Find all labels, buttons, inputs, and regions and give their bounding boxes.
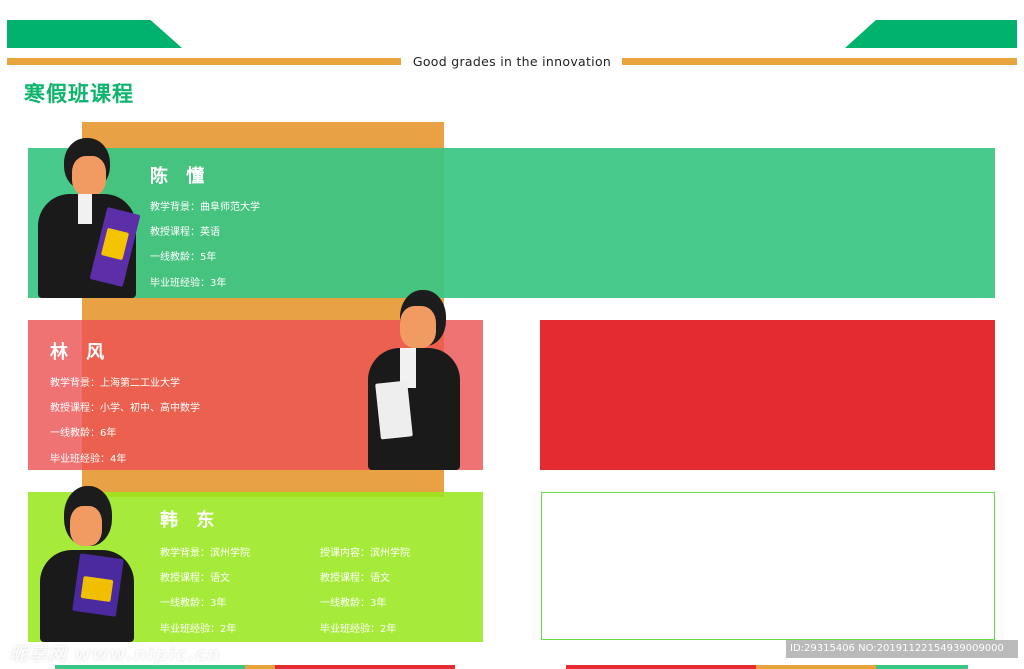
bottom-strip-red-right	[566, 665, 756, 669]
header-line-right	[622, 58, 1017, 65]
teacher-name-3: 韩 东	[160, 510, 221, 531]
teacher-2-graduating-exp: 毕业班经验：4年	[50, 454, 127, 465]
teacher-3-course: 教授课程：语文	[160, 573, 230, 584]
teacher-photo-3	[36, 486, 136, 642]
teacher-3-course-right: 教授课程：语文	[320, 573, 390, 584]
teacher-3-years: 一线教龄：3年	[160, 598, 227, 609]
header-right-tab	[845, 20, 1017, 48]
teacher-3-background: 教学背景：滨州学院	[160, 548, 250, 559]
teacher-1-background: 教学背景：曲阜师范大学	[150, 202, 260, 213]
teacher-3-graduating-exp-right: 毕业班经验：2年	[320, 624, 397, 635]
teacher-3-graduating-exp: 毕业班经验：2年	[160, 624, 237, 635]
teacher-3-content: 授课内容：滨州学院	[320, 548, 410, 559]
teacher-2-years: 一线教龄：6年	[50, 428, 117, 439]
teacher-card-2[interactable]: 林 风 教学背景：上海第二工业大学 教授课程：小学、初中、高中数学 一线教龄：6…	[28, 290, 483, 470]
teacher-1-years: 一线教龄：5年	[150, 252, 217, 263]
teacher-1-course: 教授课程：英语	[150, 227, 220, 238]
teacher-3-years-right: 一线教龄：3年	[320, 598, 387, 609]
bottom-strip-orange	[245, 665, 275, 669]
bottom-strip-orange-right	[756, 665, 876, 669]
bottom-strip-green-right	[876, 665, 968, 669]
right-outline-panel	[541, 492, 995, 640]
teacher-1-graduating-exp: 毕业班经验：3年	[150, 278, 227, 289]
watermark-logo: 昵享网 www.nipic.cn	[10, 644, 221, 665]
teacher-2-background: 教学背景：上海第二工业大学	[50, 378, 180, 389]
page-title: 寒假班课程	[24, 82, 134, 106]
header-line-left	[7, 58, 401, 65]
teacher-photo-2	[360, 290, 464, 470]
teacher-name-2: 林 风	[50, 342, 111, 363]
tagline: Good grades in the innovation	[405, 53, 619, 71]
teacher-card-3[interactable]: 韩 东 教学背景：滨州学院 教授课程：语文 一线教龄：3年 毕业班经验：2年 授…	[28, 486, 483, 642]
right-red-panel	[540, 320, 995, 470]
image-id-bar: ID:29315406 NO:20191122154939009000	[786, 640, 1018, 658]
teacher-name-1: 陈 懂	[150, 166, 211, 187]
teacher-2-course: 教授课程：小学、初中、高中数学	[50, 403, 200, 414]
teacher-photo-1	[32, 138, 142, 298]
bottom-strip-red	[275, 665, 455, 669]
teacher-card-1[interactable]: 陈 懂 教学背景：曲阜师范大学 教授课程：英语 一线教龄：5年 毕业班经验：3年	[28, 138, 995, 298]
header-left-tab	[7, 20, 182, 48]
